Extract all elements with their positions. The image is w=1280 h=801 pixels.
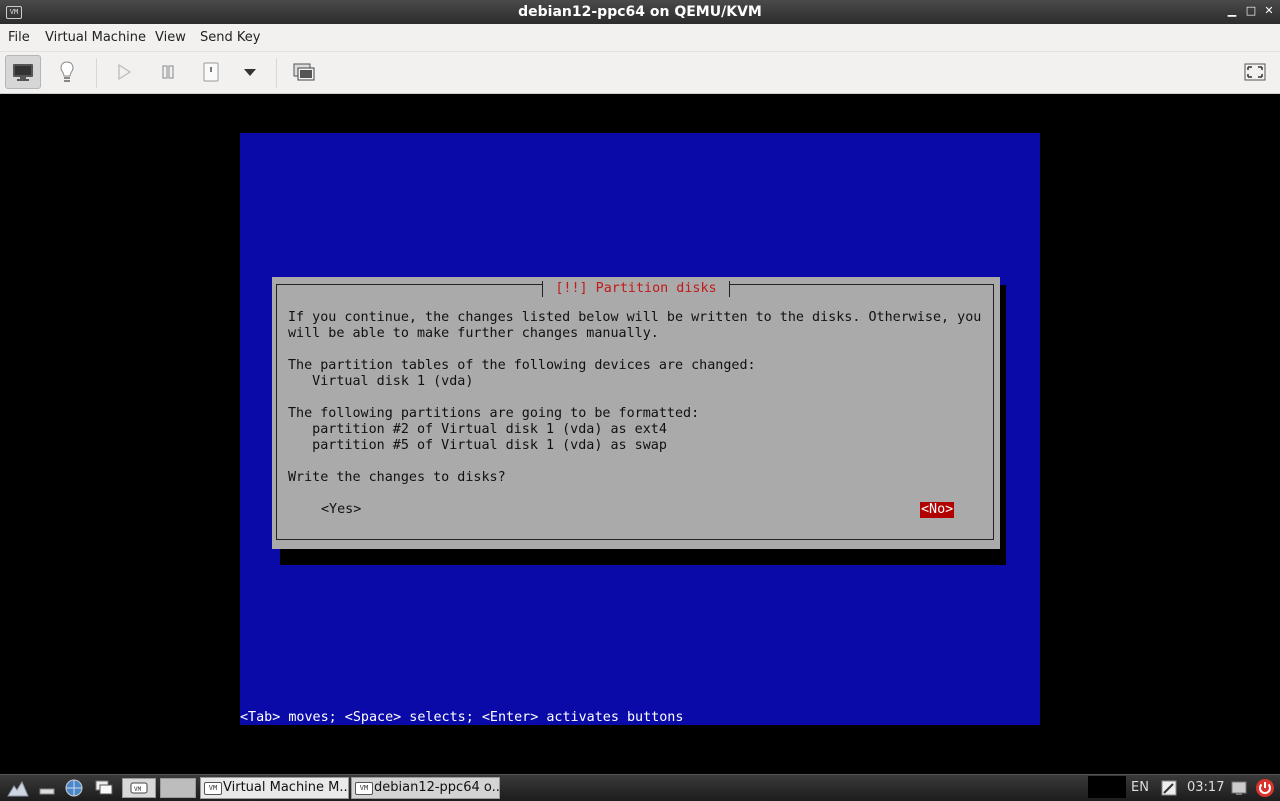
dialog-line: partition #5 of Virtual disk 1 (vda) as … — [288, 438, 667, 453]
task-label: debian12-ppc64 o... — [374, 780, 500, 795]
installer-help-line: <Tab> moves; <Space> selects; <Enter> ac… — [240, 710, 684, 725]
browser-icon[interactable] — [62, 778, 86, 798]
power-icon[interactable] — [1254, 778, 1276, 798]
task-debian-console[interactable]: VM debian12-ppc64 o... — [351, 777, 500, 799]
task-label: Virtual Machine M... — [223, 780, 349, 795]
console-icon[interactable] — [5, 55, 41, 89]
snapshots-icon[interactable] — [286, 55, 322, 89]
yes-button[interactable]: <Yes> — [321, 502, 361, 518]
dialog-title-wrap: [!!] Partition disks — [272, 277, 1000, 297]
network-icon[interactable] — [1158, 778, 1180, 798]
menu-send-key[interactable]: Send Key — [200, 24, 260, 51]
dialog-question: Write the changes to disks? — [288, 470, 506, 485]
fullscreen-icon[interactable] — [1237, 55, 1273, 89]
close-button[interactable]: ✕ — [1261, 3, 1277, 19]
dialog-line: partition #2 of Virtual disk 1 (vda) as … — [288, 422, 667, 437]
menu-bar: File Virtual Machine View Send Key — [0, 24, 1280, 52]
vm-console-display[interactable]: [!!] Partition disks If you continue, th… — [240, 133, 1040, 725]
taskbar: VM VM Virtual Machine M... VM debian12-p… — [0, 774, 1280, 801]
vm-icon: VM — [204, 782, 222, 795]
menu-view[interactable]: View — [155, 24, 186, 51]
desktop-pager[interactable] — [160, 778, 196, 798]
dialog-line: The partition tables of the following de… — [288, 358, 756, 373]
clock: 03:17 — [1187, 780, 1225, 795]
partition-dialog: [!!] Partition disks If you continue, th… — [272, 277, 1000, 549]
toolbar-separator — [96, 58, 97, 88]
vm-icon: VM — [355, 782, 373, 795]
dialog-line: If you continue, the changes listed belo… — [288, 310, 982, 325]
toolbar-separator — [276, 58, 277, 88]
minimize-button[interactable]: ▁ — [1224, 3, 1240, 19]
show-desktop-icon[interactable] — [36, 778, 58, 798]
maximize-button[interactable]: □ — [1243, 3, 1259, 19]
dialog-line: will be able to make further changes man… — [288, 326, 659, 341]
dialog-title: [!!] Partition disks — [542, 281, 730, 297]
dialog-line: Virtual disk 1 (vda) — [288, 374, 474, 389]
details-icon[interactable] — [49, 55, 85, 89]
task-virtual-machine-manager[interactable]: VM Virtual Machine M... — [200, 777, 349, 799]
svg-text:VM: VM — [134, 786, 142, 793]
menu-virtual-machine[interactable]: Virtual Machine — [45, 24, 146, 51]
lock-screen-icon[interactable] — [1228, 778, 1250, 798]
keyboard-layout[interactable]: EN — [1131, 775, 1149, 801]
start-menu-icon[interactable] — [4, 778, 32, 798]
window-switcher-icon[interactable] — [92, 778, 116, 798]
window-title: debian12-ppc64 on QEMU/KVM — [518, 4, 762, 20]
cpu-monitor — [1088, 776, 1126, 798]
pause-icon[interactable] — [150, 55, 186, 89]
no-button[interactable]: <No> — [920, 502, 955, 518]
vm-manager-launcher-icon[interactable]: VM — [122, 778, 156, 798]
shutdown-menu-icon[interactable] — [232, 55, 268, 89]
run-icon[interactable] — [106, 55, 142, 89]
menu-file[interactable]: File — [8, 24, 30, 51]
dialog-line: The following partitions are going to be… — [288, 406, 700, 421]
window-titlebar: VM debian12-ppc64 on QEMU/KVM ▁ □ ✕ — [0, 0, 1280, 24]
shutdown-icon[interactable] — [193, 55, 229, 89]
toolbar — [0, 52, 1280, 94]
